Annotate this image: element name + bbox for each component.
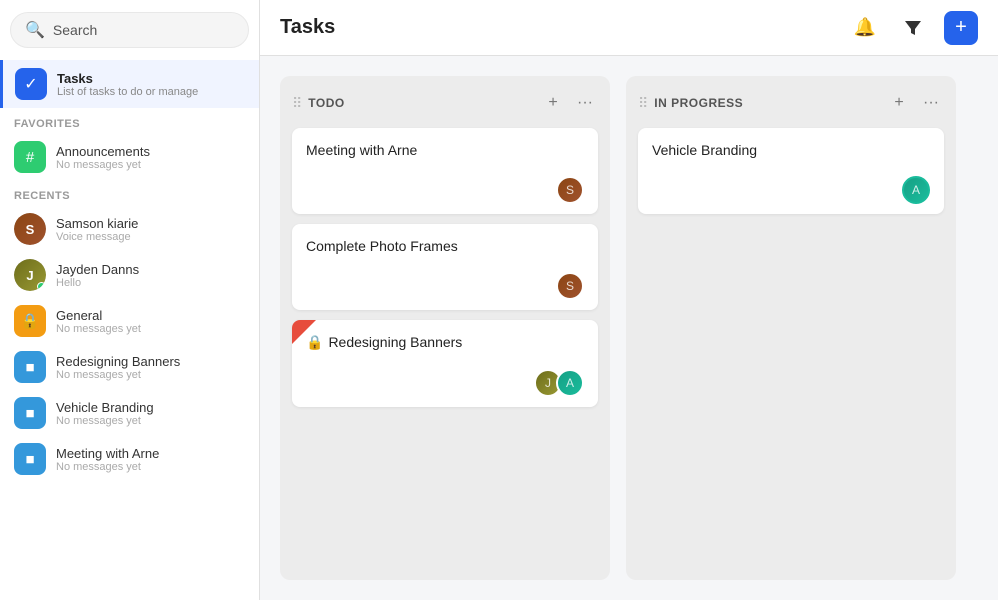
add-task-button[interactable]: + bbox=[944, 11, 978, 45]
topbar: Tasks 🔔 + bbox=[260, 0, 998, 56]
sidebar-item-general[interactable]: 🔒 General No messages yet bbox=[0, 298, 259, 344]
task-title-meeting: Meeting with Arne bbox=[306, 142, 584, 158]
meeting-icon: ■ bbox=[14, 443, 46, 475]
announcements-sub: No messages yet bbox=[56, 159, 150, 171]
task-avatars-meeting: S bbox=[556, 176, 584, 204]
inprogress-column-header: ⠿ IN PROGRESS + ··· bbox=[638, 88, 944, 118]
task-vehicle-branding[interactable]: Vehicle Branding A bbox=[638, 128, 944, 214]
todo-add-button[interactable]: + bbox=[540, 90, 566, 116]
task-footer-vehicle: A bbox=[652, 176, 930, 204]
task-avatars-photo: S bbox=[556, 272, 584, 300]
search-bar[interactable]: 🔍 Search bbox=[10, 12, 249, 48]
lock-icon: 🔒 bbox=[14, 305, 46, 337]
inprogress-column-title: IN PROGRESS bbox=[654, 96, 880, 110]
nav-tasks-label: Tasks bbox=[57, 71, 198, 86]
sidebar-item-vehicle[interactable]: ■ Vehicle Branding No messages yet bbox=[0, 390, 259, 436]
inprogress-add-button[interactable]: + bbox=[886, 90, 912, 116]
general-label: General bbox=[56, 308, 141, 323]
task-footer-meeting: S bbox=[306, 176, 584, 204]
recents-section-title: RECENTS bbox=[0, 180, 259, 206]
nav-tasks-sub: List of tasks to do or manage bbox=[57, 86, 198, 98]
task-title-photo: Complete Photo Frames bbox=[306, 238, 584, 254]
todo-column: ⠿ TODO + ··· Meeting with Arne S Com bbox=[280, 76, 610, 580]
announcements-label: Announcements bbox=[56, 144, 150, 159]
redesigning-label: Redesigning Banners bbox=[56, 354, 180, 369]
redesigning-sub: No messages yet bbox=[56, 369, 180, 381]
jayden-label: Jayden Danns bbox=[56, 262, 139, 277]
redesigning-icon: ■ bbox=[14, 351, 46, 383]
online-indicator bbox=[37, 282, 46, 291]
sidebar-item-jayden[interactable]: J Jayden Danns Hello bbox=[0, 252, 259, 298]
samson-sub: Voice message bbox=[56, 231, 138, 243]
search-input[interactable]: Search bbox=[53, 22, 234, 38]
overdue-indicator bbox=[292, 320, 316, 344]
task-title-redesigning: 🔒Redesigning Banners bbox=[306, 334, 584, 351]
todo-column-header: ⠿ TODO + ··· bbox=[292, 88, 598, 118]
topbar-actions: 🔔 + bbox=[848, 11, 978, 45]
task-avatar-vehicle-1: A bbox=[902, 176, 930, 204]
hash-icon: # bbox=[14, 141, 46, 173]
task-redesigning-banners[interactable]: 🔒Redesigning Banners J A bbox=[292, 320, 598, 407]
todo-column-title: TODO bbox=[308, 96, 534, 110]
general-sub: No messages yet bbox=[56, 323, 141, 335]
notifications-button[interactable]: 🔔 bbox=[848, 11, 882, 45]
meeting-sub: No messages yet bbox=[56, 461, 159, 473]
task-title-vehicle: Vehicle Branding bbox=[652, 142, 930, 158]
task-avatar-photo-1: S bbox=[556, 272, 584, 300]
task-avatar-redesigning-2: A bbox=[556, 369, 584, 397]
search-icon: 🔍 bbox=[25, 20, 45, 40]
vehicle-icon: ■ bbox=[14, 397, 46, 429]
task-avatars-vehicle: A bbox=[902, 176, 930, 204]
avatar-jayden: J bbox=[14, 259, 46, 291]
task-avatars-redesigning: J A bbox=[534, 369, 584, 397]
sidebar-item-samson[interactable]: S Samson kiarie Voice message bbox=[0, 206, 259, 252]
sidebar: 🔍 Search ✓ Tasks List of tasks to do or … bbox=[0, 0, 260, 600]
jayden-sub: Hello bbox=[56, 277, 139, 289]
sidebar-item-tasks[interactable]: ✓ Tasks List of tasks to do or manage bbox=[0, 60, 259, 108]
favorites-section-title: FAVORITES bbox=[0, 108, 259, 134]
task-avatar-1: S bbox=[556, 176, 584, 204]
samson-label: Samson kiarie bbox=[56, 216, 138, 231]
task-footer-redesigning: J A bbox=[306, 369, 584, 397]
drag-icon-todo: ⠿ bbox=[292, 95, 302, 112]
sidebar-item-meeting[interactable]: ■ Meeting with Arne No messages yet bbox=[0, 436, 259, 482]
tasks-icon: ✓ bbox=[15, 68, 47, 100]
task-footer-photo: S bbox=[306, 272, 584, 300]
sidebar-item-redesigning[interactable]: ■ Redesigning Banners No messages yet bbox=[0, 344, 259, 390]
page-title: Tasks bbox=[280, 16, 335, 39]
inprogress-column: ⠿ IN PROGRESS + ··· Vehicle Branding A bbox=[626, 76, 956, 580]
main-content: Tasks 🔔 + ⠿ TODO + ··· Meeting with Arne bbox=[260, 0, 998, 600]
boards-area: ⠿ TODO + ··· Meeting with Arne S Com bbox=[260, 56, 998, 600]
meeting-label: Meeting with Arne bbox=[56, 446, 159, 461]
drag-icon-inprogress: ⠿ bbox=[638, 95, 648, 112]
todo-more-button[interactable]: ··· bbox=[572, 90, 598, 116]
avatar-samson: S bbox=[14, 213, 46, 245]
sidebar-item-announcements[interactable]: # Announcements No messages yet bbox=[0, 134, 259, 180]
inprogress-more-button[interactable]: ··· bbox=[918, 90, 944, 116]
vehicle-sub: No messages yet bbox=[56, 415, 154, 427]
vehicle-label: Vehicle Branding bbox=[56, 400, 154, 415]
task-meeting-arne[interactable]: Meeting with Arne S bbox=[292, 128, 598, 214]
task-photo-frames[interactable]: Complete Photo Frames S bbox=[292, 224, 598, 310]
filter-button[interactable] bbox=[896, 11, 930, 45]
